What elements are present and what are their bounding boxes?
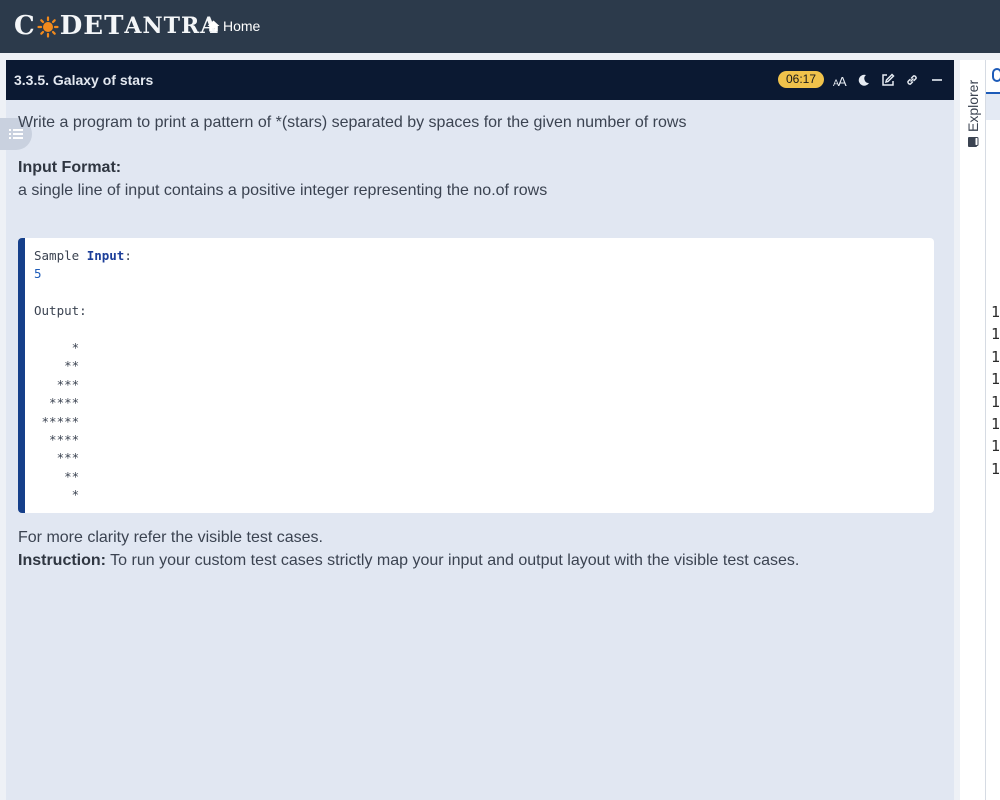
sample-code-block: Sample Input: 5 Output: * ** *** **** **…: [18, 238, 934, 513]
sample-output-label: Output:: [34, 303, 87, 319]
sample-input-value: 5: [34, 266, 42, 282]
explorer-tab[interactable]: Explorer: [963, 68, 983, 148]
link-icon[interactable]: [904, 72, 920, 88]
home-label: Home: [223, 18, 261, 34]
explorer-sidebar: Explorer: [960, 60, 986, 800]
top-navbar: C DET ANTRA Home: [0, 0, 1000, 53]
input-format-heading: Input Format:: [18, 159, 122, 176]
instruction-note: Instruction: To run your custom test cas…: [18, 549, 934, 572]
logo-sun-icon: [37, 15, 59, 38]
sample-input-label: Sample Input:: [34, 248, 132, 263]
moon-icon[interactable]: [856, 72, 872, 88]
font-size-icon[interactable]: A A: [832, 72, 848, 88]
panel-header: 3.3.5. Galaxy of stars 06:17 A A: [6, 60, 954, 100]
notes-section: For more clarity refer the visible test …: [18, 526, 934, 572]
timer-badge: 06:17: [778, 71, 824, 88]
output-line: **: [34, 468, 80, 484]
home-link[interactable]: Home: [207, 16, 260, 36]
problem-title: 3.3.5. Galaxy of stars: [14, 72, 154, 88]
home-icon: [207, 20, 220, 32]
editor-tab-icon[interactable]: [992, 68, 1000, 82]
codetantra-logo[interactable]: C DET ANTRA: [14, 10, 218, 42]
output-line: ****: [34, 431, 80, 447]
gutter-line-number: 1: [991, 347, 1000, 366]
gutter-line-number: 1: [991, 414, 1000, 433]
logo-text-c: C: [14, 11, 36, 41]
output-line: *: [34, 339, 80, 355]
clarity-note: For more clarity refer the visible test …: [18, 529, 323, 546]
instruction-label: Instruction:: [18, 552, 106, 569]
output-line: *: [34, 487, 80, 503]
editor-active-line: [986, 92, 1000, 120]
output-line: ***: [34, 450, 80, 466]
output-line: ****: [34, 395, 80, 411]
gutter-line-number: 1: [991, 370, 1000, 389]
gutter-line-number: 1: [991, 437, 1000, 456]
svg-text:A: A: [838, 74, 847, 87]
output-line: ***: [34, 376, 80, 392]
gutter-line-number: 1: [991, 459, 1000, 478]
input-format-text: a single line of input contains a positi…: [18, 182, 548, 199]
logo-text-antra: ANTRA: [124, 13, 219, 39]
output-line: *****: [34, 413, 80, 429]
gutter-line-number: 1: [991, 392, 1000, 411]
gutter-line-number: 1: [991, 325, 1000, 344]
output-line: **: [34, 358, 80, 374]
gutter-line-number: 1: [991, 303, 1000, 321]
minus-icon[interactable]: [929, 72, 945, 88]
book-icon: [968, 137, 979, 147]
explorer-label: Explorer: [965, 79, 981, 132]
problem-content: Write a program to print a pattern of *(…: [18, 113, 934, 201]
instruction-text: To run your custom test cases strictly m…: [106, 552, 800, 569]
logo-text-det: DET: [59, 11, 125, 41]
editor-line-gutter: 1 1 1 1 1 1 1 1: [991, 301, 1000, 480]
edit-icon[interactable]: [880, 72, 896, 88]
problem-description: Write a program to print a pattern of *(…: [18, 114, 687, 131]
